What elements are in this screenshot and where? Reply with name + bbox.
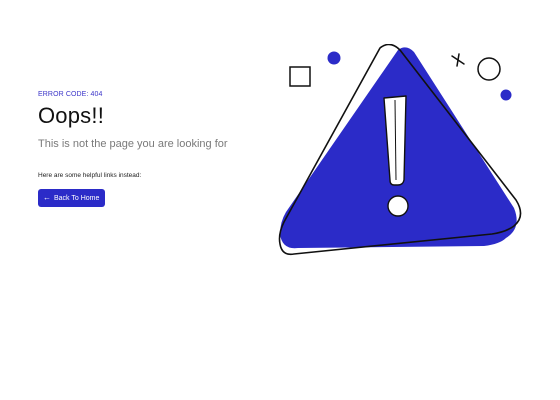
circle-icon: [477, 57, 501, 81]
arrow-left-icon: ←: [43, 193, 51, 202]
dot-icon: [327, 51, 341, 65]
dot-icon-small: [500, 89, 512, 101]
page-title: Oops!!: [38, 103, 105, 128]
cross-icon: [451, 53, 465, 67]
back-to-home-button[interactable]: ← Back To Home: [38, 189, 106, 207]
page-subtitle: This is not the page you are looking for: [38, 138, 228, 150]
warning-triangle-illustration: [278, 44, 522, 256]
error-content: ERROR CODE: 404 Oops!! This is not the p…: [38, 90, 228, 207]
back-to-home-label: Back To Home: [54, 194, 100, 202]
square-icon: [289, 66, 311, 87]
error-code-label: ERROR CODE: 404: [38, 91, 103, 98]
helpful-links-text: Here are some helpful links instead:: [38, 172, 142, 179]
exclamation-dot: [387, 195, 409, 217]
